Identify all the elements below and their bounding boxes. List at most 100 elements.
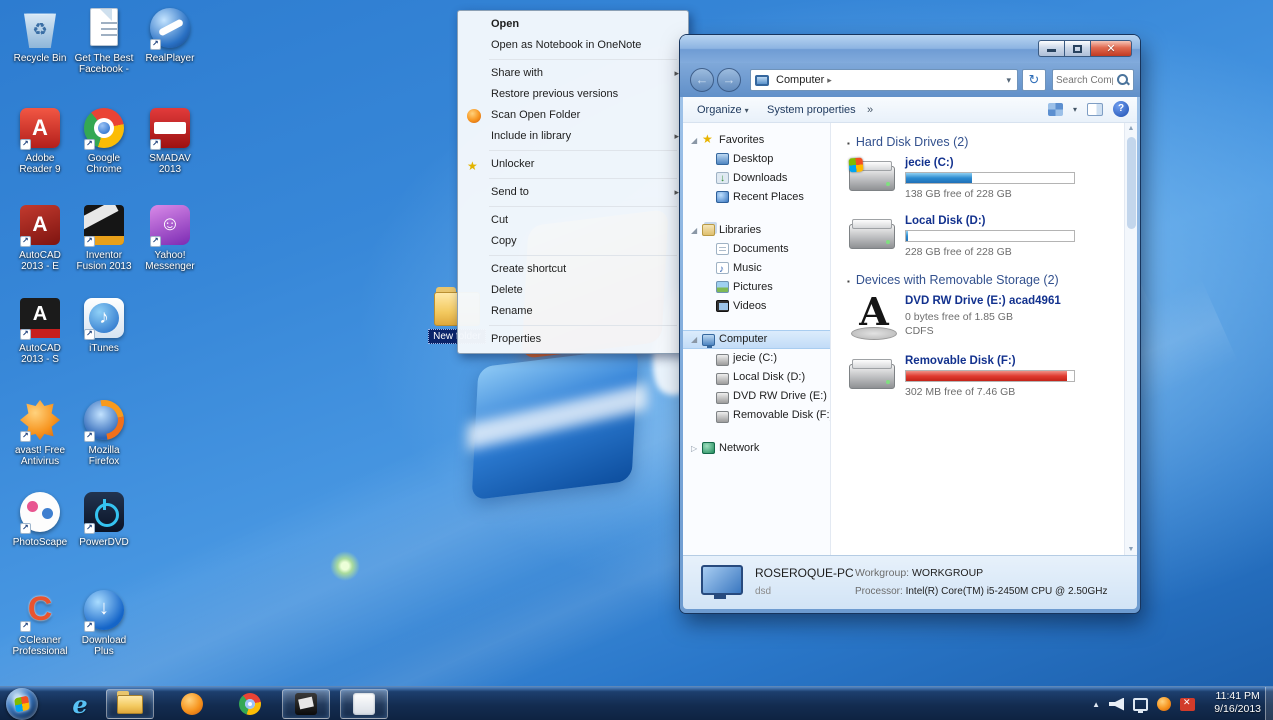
menu-item-unlocker[interactable]: Unlocker: [459, 154, 687, 177]
nav-drive-f[interactable]: Removable Disk (F:): [683, 406, 830, 425]
help-icon[interactable]: ?: [1113, 101, 1129, 117]
desktop-icon-powerdvd[interactable]: PowerDVD: [72, 492, 136, 548]
taskbar-internet-explorer[interactable]: e: [56, 687, 104, 720]
taskbar-app-dark[interactable]: [282, 689, 330, 719]
nav-libraries[interactable]: ◢ Libraries: [683, 221, 830, 240]
nav-music[interactable]: Music: [683, 259, 830, 279]
desktop-icon-adobe-reader[interactable]: Adobe Reader 9: [8, 108, 72, 175]
nav-network[interactable]: ▷ Network: [683, 439, 830, 458]
group-header-removable[interactable]: ▪ Devices with Removable Storage (2): [847, 273, 1124, 287]
menu-item-delete[interactable]: Delete: [459, 280, 687, 301]
maximize-button[interactable]: [1064, 40, 1090, 57]
start-button[interactable]: [6, 688, 38, 720]
network-status-icon[interactable]: [1133, 697, 1148, 713]
expand-arrow-icon[interactable]: ◢: [691, 131, 697, 150]
address-bar[interactable]: Computer ▸ ▾: [750, 69, 1018, 91]
volume-icon[interactable]: [1109, 697, 1124, 711]
drive-name[interactable]: Local Disk (D:): [905, 215, 1075, 227]
menu-item-include-in-library[interactable]: Include in library ▸: [459, 126, 687, 147]
desktop-icon-inventor-fusion[interactable]: Inventor Fusion 2013: [72, 205, 136, 272]
nav-recent-places[interactable]: Recent Places: [683, 188, 830, 207]
search-input[interactable]: [1053, 74, 1116, 86]
drive-item-e[interactable]: DVD RW Drive (E:) acad4961 0 bytes free …: [849, 289, 1124, 341]
avast-tray-icon[interactable]: [1157, 697, 1171, 711]
search-box[interactable]: [1052, 69, 1134, 91]
drive-name[interactable]: Removable Disk (F:): [905, 355, 1075, 367]
desktop-icon-autocad-s[interactable]: AutoCAD 2013 - S: [8, 298, 72, 365]
nav-downloads[interactable]: Downloads: [683, 169, 830, 188]
expand-arrow-icon[interactable]: ◢: [691, 331, 697, 348]
menu-item-open-onenote[interactable]: Open as Notebook in OneNote: [459, 35, 687, 56]
show-hidden-icons-button[interactable]: ▲: [1092, 700, 1100, 709]
taskbar-windows-explorer[interactable]: [106, 689, 154, 719]
nav-favorites[interactable]: ◢Favorites: [683, 130, 830, 150]
taskbar-clock[interactable]: 11:41 PM 9/16/2013: [1214, 690, 1261, 716]
nav-desktop[interactable]: Desktop: [683, 150, 830, 169]
action-center-icon[interactable]: [1180, 697, 1195, 711]
menu-item-copy[interactable]: Copy: [459, 231, 687, 252]
drive-name[interactable]: jecie (C:): [905, 157, 1075, 169]
menu-item-properties[interactable]: Properties: [459, 329, 687, 350]
expand-arrow-icon[interactable]: ◢: [691, 221, 697, 240]
drive-item-c[interactable]: jecie (C:) 138 GB free of 228 GB: [848, 157, 1124, 201]
views-dropdown-icon[interactable]: ▾: [1073, 105, 1077, 114]
menu-item-scan-folder[interactable]: Scan Open Folder: [459, 105, 687, 126]
address-dropdown-icon[interactable]: ▾: [1004, 75, 1013, 86]
desktop-icon-autocad[interactable]: AutoCAD 2013 - E: [8, 205, 72, 272]
nav-drive-e[interactable]: DVD RW Drive (E:) ac: [683, 387, 830, 406]
breadcrumb-arrow-icon[interactable]: ▸: [827, 75, 832, 86]
desktop-icon-photoscape[interactable]: PhotoScape: [8, 492, 72, 548]
nav-documents[interactable]: Documents: [683, 240, 830, 259]
nav-computer[interactable]: ◢ Computer: [683, 330, 830, 349]
desktop-icon-smadav[interactable]: SMADAV 2013: [138, 108, 202, 175]
drive-item-d[interactable]: Local Disk (D:) 228 GB free of 228 GB: [849, 215, 1124, 259]
menu-item-rename[interactable]: Rename: [459, 301, 687, 322]
search-icon[interactable]: [1116, 73, 1130, 87]
nav-drive-d[interactable]: Local Disk (D:): [683, 368, 830, 387]
desktop-icon-realplayer[interactable]: RealPlayer: [138, 8, 202, 64]
drive-name[interactable]: DVD RW Drive (E:) acad4961: [905, 295, 1061, 307]
desktop-icon-itunes[interactable]: iTunes: [72, 298, 136, 354]
menu-item-open[interactable]: Open: [459, 14, 687, 35]
title-bar[interactable]: ✕: [680, 35, 1140, 63]
menu-item-send-to[interactable]: Send to ▸: [459, 182, 687, 203]
menu-item-cut[interactable]: Cut: [459, 210, 687, 231]
system-properties-button[interactable]: System properties: [761, 101, 862, 119]
taskbar-app-light[interactable]: [340, 689, 388, 719]
scrollbar-thumb[interactable]: [1127, 137, 1136, 229]
menu-item-share-with[interactable]: Share with ▸: [459, 63, 687, 84]
desktop-icon-recycle-bin[interactable]: Recycle Bin: [8, 8, 72, 64]
menu-item-restore-previous-versions[interactable]: Restore previous versions: [459, 84, 687, 105]
change-view-icon[interactable]: [1047, 102, 1063, 116]
organize-button[interactable]: Organize ▾: [691, 101, 755, 119]
preview-pane-icon[interactable]: [1087, 102, 1103, 116]
scroll-up-icon[interactable]: ▲: [1125, 125, 1137, 132]
desktop-icon-facebook-doc[interactable]: Get The Best Facebook -: [72, 8, 136, 75]
desktop-icon-chrome[interactable]: Google Chrome: [72, 108, 136, 175]
nav-pictures[interactable]: Pictures: [683, 278, 830, 297]
collapse-arrow-icon[interactable]: ▷: [691, 439, 697, 458]
desktop-icon-yahoo-messenger[interactable]: Yahoo! Messenger: [138, 205, 202, 272]
more-commands-chevron[interactable]: »: [861, 101, 879, 119]
minimize-button[interactable]: [1038, 40, 1064, 57]
taskbar-avast[interactable]: [168, 687, 216, 720]
taskbar-chrome[interactable]: [226, 687, 274, 720]
taskbar: e ▲ 11:41 PM 9/16/2013: [0, 686, 1273, 720]
nav-drive-c[interactable]: jecie (C:): [683, 349, 830, 368]
vertical-scrollbar[interactable]: ▲ ▼: [1124, 123, 1137, 555]
scroll-down-icon[interactable]: ▼: [1125, 546, 1137, 553]
desktop-icon-firefox[interactable]: Mozilla Firefox: [72, 400, 136, 467]
close-button[interactable]: ✕: [1090, 40, 1132, 57]
desktop-icon-avast[interactable]: avast! Free Antivirus: [8, 400, 72, 467]
drive-item-f[interactable]: Removable Disk (F:) 302 MB free of 7.46 …: [849, 355, 1124, 399]
back-button[interactable]: ←: [690, 68, 714, 92]
breadcrumb-computer[interactable]: Computer: [773, 74, 827, 86]
desktop-icon-download-plus[interactable]: Download Plus: [72, 590, 136, 657]
show-desktop-button[interactable]: [1265, 687, 1273, 720]
forward-button[interactable]: →: [717, 68, 741, 92]
nav-videos[interactable]: Videos: [683, 297, 830, 316]
desktop-icon-ccleaner[interactable]: CCleaner Professional: [8, 590, 72, 657]
menu-item-create-shortcut[interactable]: Create shortcut: [459, 259, 687, 280]
group-header-hard-disks[interactable]: ▪ Hard Disk Drives (2): [847, 135, 1124, 149]
refresh-button[interactable]: ↻: [1022, 69, 1046, 91]
